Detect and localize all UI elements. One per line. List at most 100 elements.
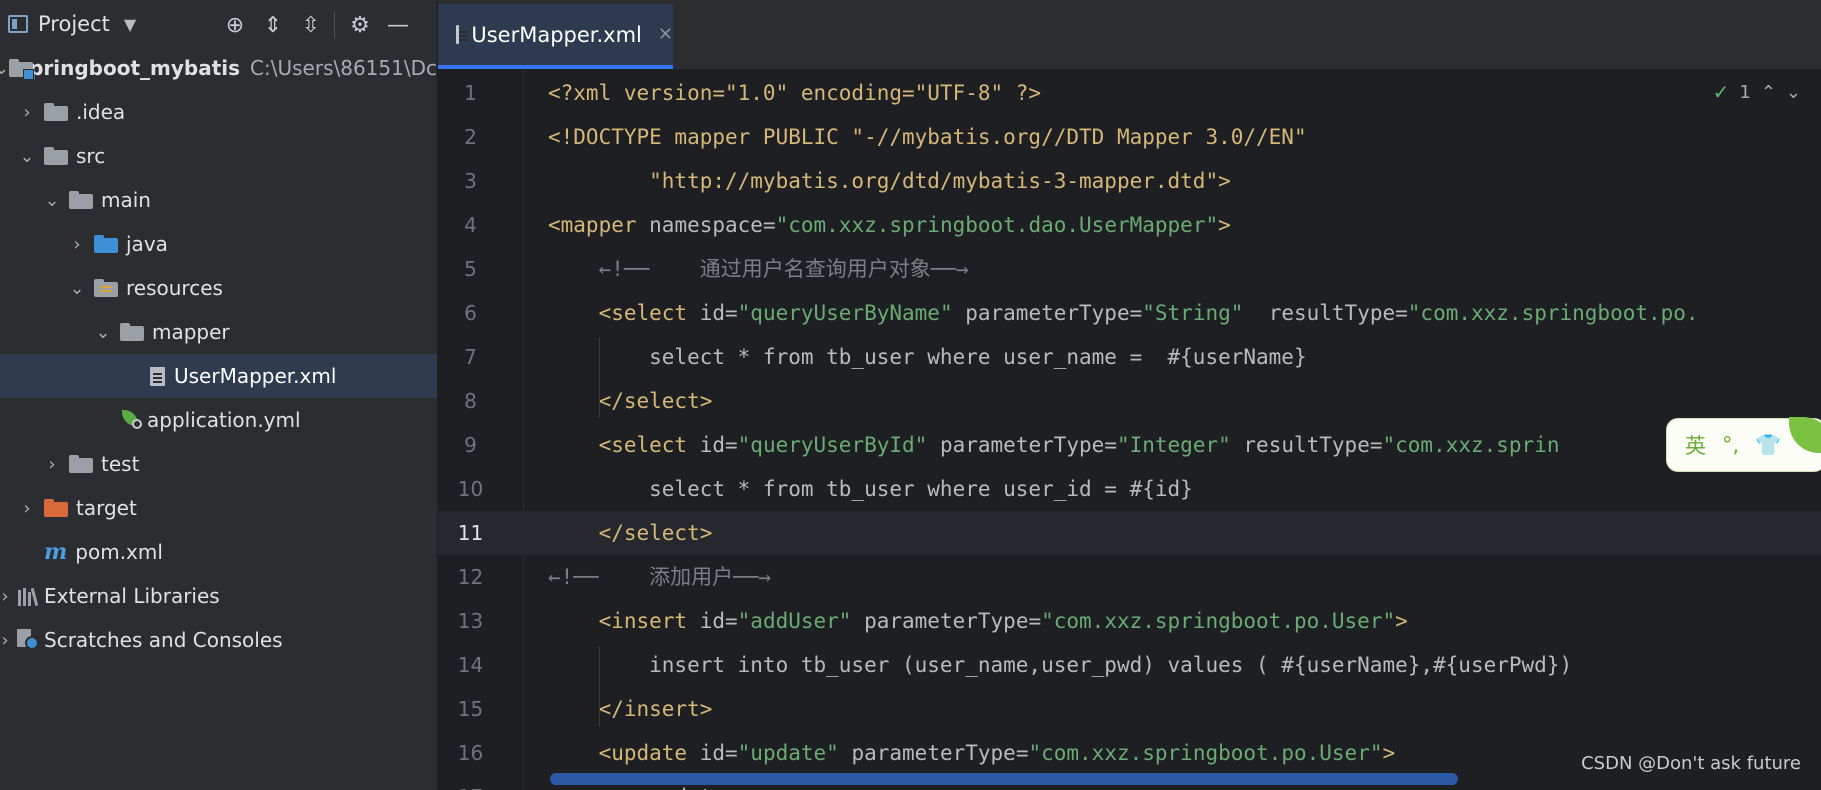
toolbar-divider (334, 12, 335, 38)
chevron-down-icon[interactable]: ⌄ (16, 146, 38, 167)
chevron-right-icon[interactable]: › (16, 498, 38, 519)
chevron-down-icon[interactable]: ⌄ (1786, 82, 1801, 103)
line-number[interactable]: 10 (438, 467, 503, 511)
hide-panel-icon[interactable]: — (379, 10, 417, 40)
tree-item-label: src (76, 144, 106, 168)
line-number[interactable]: 11 (438, 511, 503, 555)
tree-item-java[interactable]: › java (0, 222, 437, 266)
line-number[interactable]: 17 (438, 775, 503, 790)
code-line[interactable]: 10 select * from tb_user where user_id =… (438, 467, 1821, 511)
line-number[interactable]: 9 (438, 423, 503, 467)
collapse-all-icon[interactable]: ⇳ (292, 10, 330, 40)
code-line[interactable]: 6 <select id="queryUserByName" parameter… (438, 291, 1821, 335)
scratches-icon (16, 629, 40, 651)
chevron-right-icon[interactable]: › (66, 234, 88, 255)
tree-item-resources[interactable]: ⌄ resources (0, 266, 437, 310)
line-number[interactable]: 12 (438, 555, 503, 599)
code-token: "com.xxz.springboot.po. (1407, 301, 1699, 325)
tree-item-usermapper-xml[interactable]: UserMapper.xml (0, 354, 437, 398)
tree-item-label: main (101, 188, 151, 212)
code-line[interactable]: 5 ←!── 通过用户名查询用户对象──→ (438, 247, 1821, 291)
code-text: <insert id="addUser" parameterType="com.… (548, 599, 1408, 643)
chevron-down-icon[interactable]: ⌄ (66, 278, 88, 299)
tree-item-springboot-mybatis[interactable]: ⌄ springboot_mybatis C:\Users\86151\Dc (0, 46, 437, 90)
code-line[interactable]: 15 </insert> (438, 687, 1821, 731)
locate-file-icon[interactable]: ⊕ (216, 10, 254, 40)
horizontal-scrollbar[interactable] (550, 773, 1458, 785)
code-line[interactable]: 7 select * from tb_user where user_name … (438, 335, 1821, 379)
code-line[interactable]: 14 insert into tb_user (user_name,user_p… (438, 643, 1821, 687)
chevron-down-icon[interactable]: ⌄ (92, 322, 114, 343)
line-number[interactable]: 4 (438, 203, 503, 247)
tree-item-external-libraries[interactable]: › External Libraries (0, 574, 437, 618)
code-token: <mapper (548, 213, 637, 237)
code-editor[interactable]: 1 <?xml version="1.0" encoding="UTF-8" ?>… (438, 70, 1821, 790)
line-number[interactable]: 6 (438, 291, 503, 335)
line-number[interactable]: 2 (438, 115, 503, 159)
gear-icon[interactable]: ⚙ (341, 10, 379, 40)
chevron-down-icon[interactable]: ⌄ (41, 190, 63, 211)
code-line[interactable]: 11 </select> (438, 511, 1821, 555)
chevron-right-icon[interactable]: › (0, 630, 16, 651)
line-number[interactable]: 5 (438, 247, 503, 291)
code-line[interactable]: 3 "http://mybatis.org/dtd/mybatis-3-mapp… (438, 159, 1821, 203)
code-line[interactable]: 4 <mapper namespace="com.xxz.springboot.d… (438, 203, 1821, 247)
ime-mode-label[interactable]: 英 (1685, 430, 1706, 460)
code-token: <update (548, 741, 688, 765)
tree-item-idea[interactable]: › .idea (0, 90, 437, 134)
tree-item-scratches-and-consoles[interactable]: › Scratches and Consoles (0, 618, 437, 662)
chevron-down-icon[interactable]: ⌄ (0, 58, 9, 79)
code-line[interactable]: 8 </select> (438, 379, 1821, 423)
check-icon: ✓ (1712, 80, 1730, 104)
indent-guide (599, 338, 600, 418)
line-number[interactable]: 13 (438, 599, 503, 643)
shirt-icon[interactable]: 👕 (1755, 433, 1781, 458)
chevron-right-icon[interactable]: › (16, 102, 38, 123)
code-token: namespace= (636, 213, 776, 237)
tree-item-application-yml[interactable]: application.yml (0, 398, 437, 442)
tree-item-label: java (126, 232, 168, 256)
project-view-selector[interactable]: Project ▼ (8, 12, 136, 36)
project-icon (8, 15, 28, 33)
line-number[interactable]: 3 (438, 159, 503, 203)
code-token: ←!── 通过用户名查询用户对象──→ (548, 257, 969, 281)
code-line[interactable]: 9 <select id="queryUserById" parameterTy… (438, 423, 1821, 467)
line-number[interactable]: 16 (438, 731, 503, 775)
line-number[interactable]: 14 (438, 643, 503, 687)
code-line[interactable]: 12 ←!── 添加用户──→ (438, 555, 1821, 599)
ime-toolbar[interactable]: 英 °, 👕 (1666, 417, 1821, 472)
code-token: <select (548, 433, 688, 457)
ime-punctuation[interactable]: °, (1722, 433, 1739, 457)
tree-item-target[interactable]: › target (0, 486, 437, 530)
line-number[interactable]: 7 (438, 335, 503, 379)
code-line[interactable]: 13 <insert id="addUser" parameterType="c… (438, 599, 1821, 643)
code-line[interactable]: 2 <!DOCTYPE mapper PUBLIC "-//mybatis.org… (438, 115, 1821, 159)
tree-item-test[interactable]: › test (0, 442, 437, 486)
code-token: > (1382, 741, 1396, 765)
code-text: </select> (548, 511, 713, 555)
code-text: <mapper namespace="com.xxz.springboot.da… (548, 203, 1231, 247)
chevron-up-icon[interactable]: ⌃ (1761, 82, 1776, 103)
expand-all-icon[interactable]: ⇕ (254, 10, 292, 40)
maven-icon: m (44, 539, 68, 565)
code-text: select * from tb_user where user_name = … (548, 335, 1306, 379)
tree-item-mapper[interactable]: ⌄ mapper (0, 310, 437, 354)
code-token: "String" (1142, 301, 1244, 325)
tab-usermapper-xml[interactable]: UserMapper.xml ✕ (438, 4, 673, 69)
tree-item-pom-xml[interactable]: m pom.xml (0, 530, 437, 574)
code-text: ←!── 添加用户──→ (548, 555, 771, 599)
line-number[interactable]: 1 (438, 71, 503, 115)
project-toolbar: ⊕ ⇕ ⇳ ⚙ — (216, 10, 417, 40)
inspection-widget[interactable]: ✓ 1 ⌃ ⌄ (1713, 80, 1801, 104)
close-icon[interactable]: ✕ (658, 24, 673, 45)
code-line[interactable]: 1 <?xml version="1.0" encoding="UTF-8" ?> (438, 71, 1821, 115)
resources-folder-icon (94, 279, 118, 297)
code-token: parameterType= (952, 301, 1143, 325)
folder-icon (120, 323, 144, 341)
chevron-right-icon[interactable]: › (0, 586, 16, 607)
tree-item-main[interactable]: ⌄ main (0, 178, 437, 222)
chevron-right-icon[interactable]: › (41, 454, 63, 475)
tree-item-src[interactable]: ⌄ src (0, 134, 437, 178)
line-number[interactable]: 8 (438, 379, 503, 423)
line-number[interactable]: 15 (438, 687, 503, 731)
